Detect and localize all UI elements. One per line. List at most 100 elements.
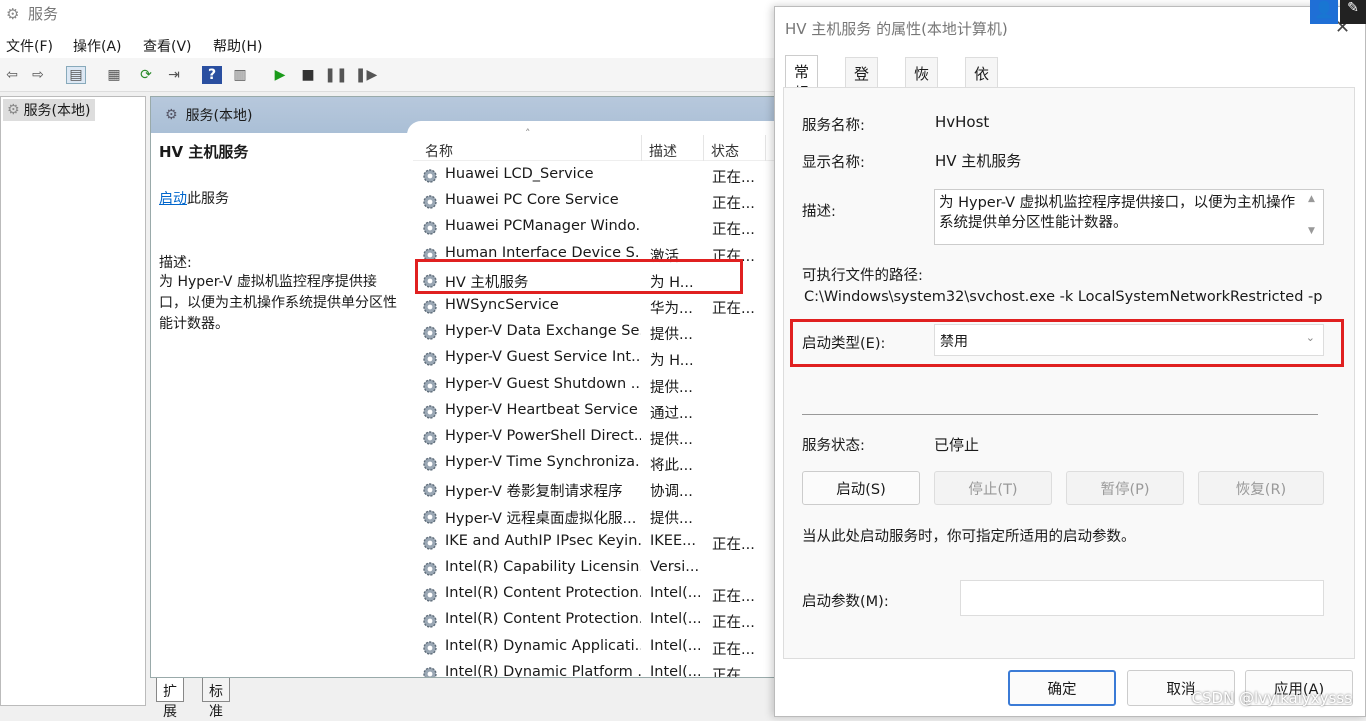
column-divider (765, 135, 766, 161)
service-gear-icon (421, 350, 439, 368)
tree-item-services-local[interactable]: ⚙ 服务(本地) (3, 99, 95, 121)
table-row[interactable]: Intel(R) Dynamic Applicati...Intel(...正在… (413, 635, 783, 661)
service-name: Hyper-V PowerShell Direct... (445, 428, 641, 444)
table-row[interactable]: Hyper-V Time Synchroniza... 将此... (413, 451, 783, 477)
table-row[interactable]: Intel(R) Content Protection...Intel(...正… (413, 608, 783, 634)
table-row[interactable]: Intel(R) Capability Licensin...Versi... (413, 556, 783, 582)
service-gear-icon (421, 481, 439, 499)
window-title: 服务 (28, 3, 58, 24)
service-gear-icon (421, 612, 439, 630)
pause-service-icon[interactable]: ❚❚ (326, 66, 346, 84)
start-service-link[interactable]: 启动 (159, 191, 187, 207)
service-name: Hyper-V Time Synchroniza... (445, 454, 641, 470)
service-status: 正在... (712, 664, 755, 677)
table-row[interactable]: Huawei PCManager Windo...正在... (413, 215, 783, 241)
service-gear-icon (421, 219, 439, 237)
service-gear-icon (421, 508, 439, 526)
table-row[interactable]: Huawei PC Core Service正在... (413, 189, 783, 215)
table-row[interactable]: Hyper-V 卷影复制请求程序协调... (413, 477, 783, 503)
service-name: Intel(R) Content Protection... (445, 585, 641, 601)
table-row[interactable]: Intel(R) Dynamic Platform ...Intel(...正在… (413, 661, 783, 677)
table-row[interactable]: Intel(R) Content Protection... Intel(... 正… (413, 582, 783, 608)
executable-path-value: C:\Windows\system32\svchost.exe -k Local… (804, 289, 1322, 305)
table-row[interactable]: HWSyncService华为...正在... (413, 294, 783, 320)
tab-recovery[interactable]: 恢复 (905, 57, 938, 87)
service-description: 提供... (650, 428, 700, 449)
service-name: Hyper-V Heartbeat Service (445, 402, 641, 418)
menu-view[interactable]: 查看(V) (143, 36, 192, 56)
service-name: Hyper-V Data Exchange Se... (445, 323, 641, 339)
tab-general[interactable]: 常规 (785, 55, 818, 87)
user-avatar-icon[interactable]: 👤 (1310, 0, 1338, 24)
console-tree-icon[interactable]: ▤ (66, 66, 86, 84)
start-service-icon[interactable]: ▶ (270, 66, 290, 84)
service-gear-icon (421, 377, 439, 395)
service-gear-icon (421, 639, 439, 657)
scroll-down-icon[interactable]: ▼ (1308, 226, 1315, 236)
tab-logon[interactable]: 登录 (845, 57, 878, 87)
service-status-value: 已停止 (934, 434, 979, 455)
back-arrow-icon[interactable]: ⇦ (2, 66, 22, 84)
table-row[interactable]: IKE and AuthIP IPsec Keyin...IKEE...正在..… (413, 530, 783, 556)
service-name-label: 服务名称: (802, 114, 865, 135)
table-row[interactable]: Huawei LCD_Service正在... (413, 163, 783, 189)
service-description: 将此... (650, 454, 700, 475)
column-name[interactable]: 名称 (425, 141, 453, 161)
service-name: Huawei PCManager Windo... (445, 218, 641, 234)
properties-list-icon[interactable]: ▦ (104, 66, 124, 84)
service-description: Intel(... (650, 611, 700, 627)
table-row[interactable]: Hyper-V 远程桌面虚拟化服...提供... (413, 504, 783, 530)
refresh-icon[interactable]: ⟳ (136, 66, 156, 84)
service-gear-icon (421, 534, 439, 552)
description-textbox[interactable]: 为 Hyper-V 虚拟机监控程序提供接口，以便为主机操作系统提供单分区性能计数… (934, 189, 1324, 245)
table-row[interactable]: Hyper-V Guest Shutdown ...提供... (413, 373, 783, 399)
stop-service-icon[interactable]: ■ (298, 66, 318, 84)
pause-button[interactable]: 暂停(P) (1066, 471, 1184, 505)
export-list-icon[interactable]: ⇥ (164, 66, 184, 84)
service-description: Intel(... (650, 585, 700, 601)
service-gear-icon (421, 455, 439, 473)
service-description: 协调... (650, 480, 700, 501)
scroll-up-icon[interactable]: ▲ (1308, 194, 1315, 204)
show-hide-pane-icon[interactable]: ▥ (230, 66, 250, 84)
service-status: 正在... (712, 192, 755, 213)
service-name: Hyper-V 卷影复制请求程序 (445, 480, 641, 501)
tab-standard[interactable]: 标准 (202, 678, 230, 702)
service-description: 提供... (650, 323, 700, 344)
column-status[interactable]: 状态 (711, 141, 739, 161)
restart-service-icon[interactable]: ❚▶ (356, 66, 376, 84)
service-status: 正在... (712, 638, 755, 659)
menu-file[interactable]: 文件(F) (6, 36, 53, 56)
service-name: Hyper-V Guest Service Int... (445, 349, 641, 365)
selected-service-title: HV 主机服务 (159, 141, 407, 162)
resume-button[interactable]: 恢复(R) (1198, 471, 1324, 505)
table-row[interactable]: Hyper-V PowerShell Direct... 提供... (413, 425, 783, 451)
tab-extended[interactable]: 扩展 (156, 678, 184, 702)
help-icon[interactable]: ? (202, 66, 222, 84)
ok-button[interactable]: 确定 (1008, 670, 1116, 706)
service-status: 正在... (712, 585, 755, 606)
table-row[interactable]: Hyper-V Heartbeat Service通过... (413, 399, 783, 425)
menu-action[interactable]: 操作(A) (73, 36, 122, 56)
start-params-input[interactable] (960, 580, 1324, 616)
console-tree: ⚙ 服务(本地) (0, 96, 146, 706)
list-header: 名称 ˄ 描述 状态 (413, 133, 783, 161)
table-row[interactable]: Hyper-V Data Exchange Se... 提供... (413, 320, 783, 346)
pen-tool-icon[interactable]: ✎ (1340, 0, 1366, 24)
highlight-box-selected-service (415, 259, 743, 294)
start-button[interactable]: 启动(S) (802, 471, 920, 505)
service-description: IKEE... (650, 533, 700, 549)
services-gear-icon: ⚙ (7, 102, 20, 118)
forward-arrow-icon[interactable]: ⇨ (28, 66, 48, 84)
menu-help[interactable]: 帮助(H) (213, 36, 262, 56)
service-gear-icon (421, 167, 439, 185)
table-row[interactable]: Hyper-V Guest Service Int... 为 H... (413, 346, 783, 372)
column-description[interactable]: 描述 (649, 141, 677, 161)
service-status-label: 服务状态: (802, 434, 865, 455)
service-description: 为 H... (650, 349, 700, 370)
tab-dependencies[interactable]: 依存关系 (965, 57, 998, 87)
service-name: IKE and AuthIP IPsec Keyin... (445, 533, 641, 549)
service-status: 正在... (712, 611, 755, 632)
service-gear-icon (421, 403, 439, 421)
stop-button[interactable]: 停止(T) (934, 471, 1052, 505)
